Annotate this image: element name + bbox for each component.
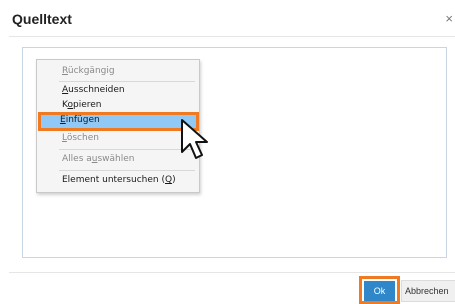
menu-separator <box>59 149 195 150</box>
ok-button-highlight: Ok <box>359 276 400 304</box>
menu-item-label: Alles a <box>62 154 92 164</box>
menu-item-paste[interactable]: Einfügen <box>38 112 199 131</box>
footer-divider <box>9 272 455 273</box>
menu-item-delete[interactable]: Löschen <box>40 130 196 147</box>
menu-item-label: Element untersuchen ( <box>62 175 165 185</box>
cancel-button[interactable]: Abbrechen <box>401 280 455 302</box>
context-menu: Rückgängig Ausschneiden Kopieren Einfüge… <box>36 59 200 193</box>
menu-item-inspect[interactable]: Element untersuchen (Q) <box>40 172 196 189</box>
close-icon[interactable]: × <box>445 12 453 26</box>
header-divider <box>9 36 455 37</box>
menu-item-label: ückgängig <box>67 66 115 76</box>
menu-item-label: swählen <box>97 154 135 164</box>
menu-item-accesskey: Q <box>164 175 173 185</box>
menu-item-label: infügen <box>65 115 100 125</box>
source-dialog: Quelltext × Rückgängig Ausschneiden Kopi… <box>0 0 455 304</box>
menu-item-select-all[interactable]: Alles auswählen <box>40 151 196 168</box>
menu-item-label: pieren <box>72 100 102 110</box>
menu-item-label: usschneiden <box>68 85 125 95</box>
menu-separator <box>59 170 195 171</box>
dialog-title: Quelltext <box>12 11 72 27</box>
ok-button[interactable]: Ok <box>364 281 395 301</box>
menu-item-undo[interactable]: Rückgängig <box>40 63 196 80</box>
menu-item-label: ) <box>172 175 176 185</box>
arrow-pointer-icon <box>181 119 208 159</box>
menu-item-label: öschen <box>66 133 99 143</box>
